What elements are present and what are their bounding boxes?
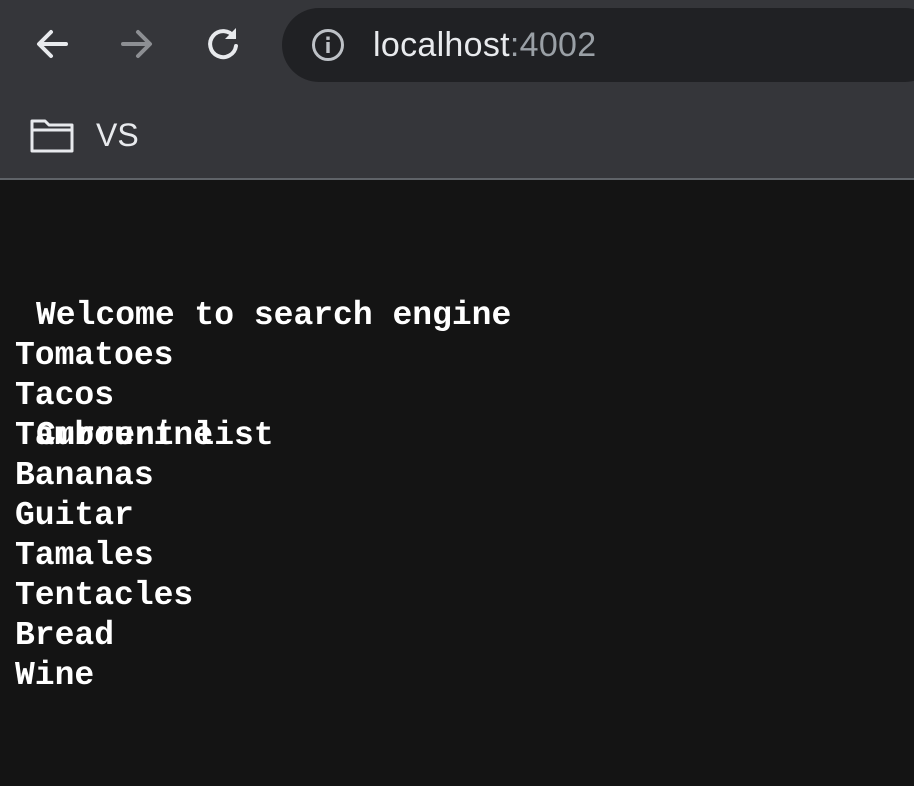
list-item: Wine	[15, 657, 95, 694]
list-item: Guitar	[15, 497, 134, 534]
list-item: Tambourine	[15, 417, 214, 454]
item-list: Tomatoes Tacos Tambourine Bananas Guitar…	[15, 336, 213, 696]
bookmark-label: VS	[96, 116, 139, 153]
reload-button[interactable]	[197, 18, 249, 70]
reload-icon	[208, 28, 238, 60]
bookmark-vs[interactable]: VS	[30, 110, 139, 160]
list-item: Tacos	[15, 377, 115, 414]
list-item: Bread	[15, 617, 115, 654]
list-item: Bananas	[15, 457, 154, 494]
back-button[interactable]	[26, 18, 78, 70]
page-content: Welcome to search engine Current list To…	[0, 180, 914, 786]
address-bar[interactable]: localhost:4002	[282, 8, 914, 82]
browser-toolbar: localhost:4002	[0, 0, 914, 92]
bookmarks-bar: VS	[0, 92, 914, 180]
welcome-text: Welcome to search engine	[36, 297, 512, 334]
info-icon[interactable]	[310, 27, 346, 63]
back-arrow-icon	[37, 30, 68, 58]
forward-arrow-icon	[121, 30, 152, 58]
folder-icon	[30, 119, 74, 153]
list-item: Tamales	[15, 537, 154, 574]
list-item: Tomatoes	[15, 337, 174, 374]
list-item: Tentacles	[15, 577, 194, 614]
forward-button[interactable]	[111, 18, 163, 70]
url-port: :4002	[509, 25, 597, 64]
url-host: localhost	[373, 25, 510, 64]
url-text: localhost:4002	[373, 26, 596, 65]
